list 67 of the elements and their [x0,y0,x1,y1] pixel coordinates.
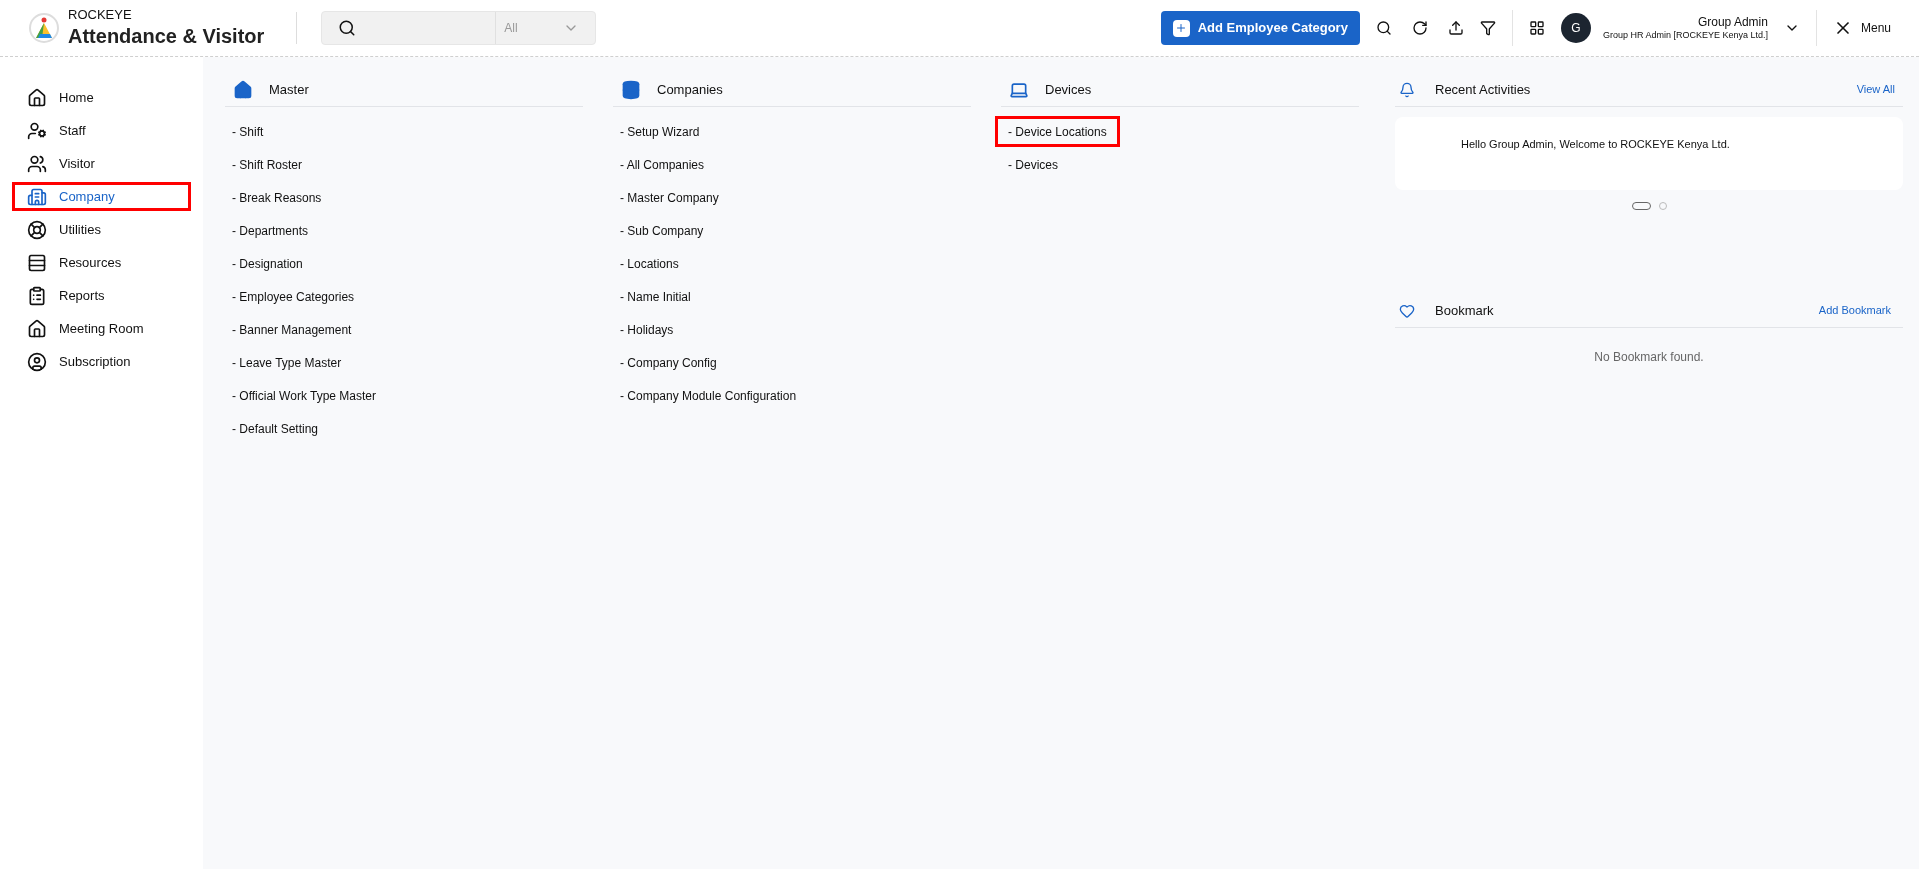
menu-link[interactable]: - Shift Roster [219,149,316,180]
menu-link[interactable]: - Company Config [607,347,730,378]
refresh-icon[interactable] [1411,20,1428,36]
sidebar-item[interactable]: Home [12,83,191,112]
apps-grid-icon[interactable] [1528,20,1545,36]
clipboard-icon [27,285,47,306]
logo-icon [28,12,60,44]
add-bookmark-link[interactable]: Add Bookmark [1818,302,1891,319]
sidebar-item[interactable]: Meeting Room [12,314,191,343]
building-icon [27,186,47,207]
menu-link[interactable]: - Name Initial [607,281,704,312]
menu-label[interactable]: Menu [1860,19,1891,37]
menu-link[interactable]: - Banner Management [219,314,365,345]
bell-icon [1399,81,1415,98]
menu-link[interactable]: - Company Module Configuration [607,380,810,411]
database-icon [621,79,641,100]
house-icon [27,318,47,339]
sidebar-item[interactable]: Company [12,182,191,211]
menu-link[interactable]: - Designation [219,248,316,279]
lifebuoy-icon [27,219,47,240]
brand-title: Attendance & Visitor [68,23,265,49]
brand-subtitle: ROCKEYE [68,7,133,24]
menu-link[interactable]: - Employee Categories [219,281,368,312]
menu-link[interactable]: - Device Locations [995,116,1120,147]
house-icon [233,79,253,100]
user-name: Group Admin [1697,14,1768,30]
menu-link[interactable]: - Master Company [607,182,732,213]
user-role: Group HR Admin [ROCKEYE Kenya Ltd.] [1602,29,1768,42]
menu-link[interactable]: - Devices [995,149,1071,180]
upload-icon[interactable] [1447,20,1464,36]
search-icon [338,19,357,37]
section-title: Devices [1045,80,1092,99]
menu-link[interactable]: - Official Work Type Master [219,380,390,411]
add-employee-category-button[interactable]: Add Employee Category [1160,11,1360,45]
view-all-link[interactable]: View All [1856,81,1895,98]
menu-link[interactable]: - Sub Company [607,215,717,246]
menu-link[interactable]: - Holidays [607,314,687,345]
rows-icon [27,252,47,273]
sidebar-item[interactable]: Subscription [12,347,191,376]
users-gear-icon [27,120,47,141]
menu-link[interactable]: - Leave Type Master [219,347,355,378]
person-circle-icon [27,351,47,372]
search-icon[interactable] [1375,20,1392,36]
menu-link[interactable]: - Departments [219,215,322,246]
menu-link[interactable]: - Setup Wizard [607,116,713,147]
users-icon [27,153,47,174]
menu-link[interactable]: - Shift [219,116,277,147]
menu-link[interactable]: - All Companies [607,149,718,180]
empty-message: No Bookmark found. [1594,350,1704,364]
sidebar-item[interactable]: Staff [12,116,191,145]
section-title: Bookmark [1435,301,1494,320]
plus-icon [1172,19,1190,37]
section-title: Companies [657,80,723,99]
user-avatar[interactable]: G [1560,13,1591,43]
activity-message: Hello Group Admin, Welcome to ROCKEYE Kenya Ltd. [1461,138,1730,150]
sidebar-item[interactable]: Visitor [12,149,191,178]
section-title: Master [269,80,309,99]
sidebar-item[interactable]: Resources [12,248,191,277]
home-icon [27,87,47,108]
filter-icon[interactable] [1479,20,1496,36]
sidebar-item[interactable]: Utilities [12,215,191,244]
section-title: Recent Activities [1435,80,1531,99]
sidebar-item[interactable]: Reports [12,281,191,310]
menu-link[interactable]: - Break Reasons [219,182,335,213]
menu-link[interactable]: - Default Setting [219,413,332,444]
menu-link[interactable]: - Locations [607,248,692,279]
heart-icon [1399,302,1415,319]
